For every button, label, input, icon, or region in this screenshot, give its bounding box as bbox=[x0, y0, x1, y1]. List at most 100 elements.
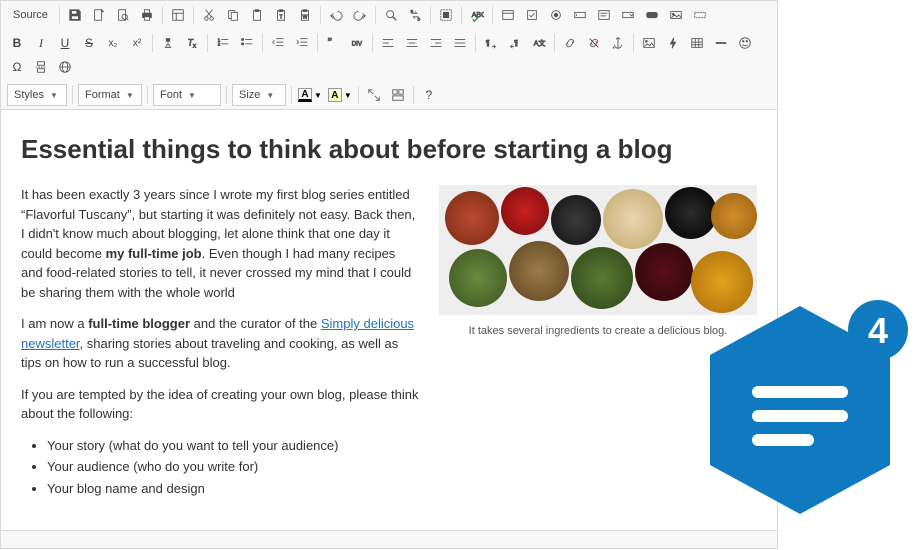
pagebreak-icon[interactable] bbox=[30, 56, 52, 78]
form-icon[interactable] bbox=[497, 4, 519, 26]
align-center-icon[interactable] bbox=[401, 32, 423, 54]
format-dropdown[interactable]: Format ▼ bbox=[78, 84, 142, 106]
new-page-icon bbox=[92, 8, 106, 22]
undo-icon[interactable] bbox=[325, 4, 347, 26]
toolbar-row-1: Source T Wab ABC bbox=[1, 1, 777, 29]
templates-icon[interactable] bbox=[167, 4, 189, 26]
badge-count: 4 bbox=[868, 310, 888, 351]
source-button[interactable]: Source bbox=[6, 4, 55, 26]
copy-icon[interactable] bbox=[222, 4, 244, 26]
strike-icon[interactable]: S bbox=[78, 32, 100, 54]
italic-icon[interactable]: I bbox=[30, 32, 52, 54]
radio-icon[interactable] bbox=[545, 4, 567, 26]
list-item: Your audience (who do you write for) bbox=[47, 457, 419, 477]
flash-icon[interactable] bbox=[662, 32, 684, 54]
svg-text:DIV: DIV bbox=[352, 41, 363, 48]
image-icon[interactable] bbox=[638, 32, 660, 54]
underline-icon[interactable]: U bbox=[54, 32, 76, 54]
hr-icon bbox=[714, 36, 728, 50]
svg-text:W: W bbox=[302, 15, 307, 21]
replace-icon[interactable]: ab bbox=[404, 4, 426, 26]
rtl-icon[interactable]: ¶ bbox=[504, 32, 526, 54]
paste-word-icon[interactable]: W bbox=[294, 4, 316, 26]
find-icon[interactable] bbox=[380, 4, 402, 26]
unlink-icon[interactable] bbox=[583, 32, 605, 54]
svg-text:x: x bbox=[193, 42, 196, 49]
ltr-icon[interactable]: ¶ bbox=[480, 32, 502, 54]
image-button-icon[interactable] bbox=[665, 4, 687, 26]
text-color-button[interactable]: A ▼ bbox=[296, 84, 324, 106]
text-field-icon bbox=[573, 8, 587, 22]
editor-container: Source T Wab ABC BIUSx₂x² Tx 12 ” DIV ¶ ¶ A文 Ω Sty… bbox=[0, 0, 778, 549]
redo-icon bbox=[353, 8, 367, 22]
redo-icon[interactable] bbox=[349, 4, 371, 26]
cut-icon bbox=[202, 8, 216, 22]
copy-format-icon[interactable] bbox=[157, 32, 179, 54]
smiley-icon[interactable] bbox=[734, 32, 756, 54]
checkbox-icon[interactable] bbox=[521, 4, 543, 26]
templates-icon bbox=[171, 8, 185, 22]
image-icon bbox=[642, 36, 656, 50]
maximize-icon[interactable] bbox=[363, 84, 385, 106]
select-all-icon[interactable] bbox=[435, 4, 457, 26]
cut-icon[interactable] bbox=[198, 4, 220, 26]
hidden-field-icon[interactable] bbox=[689, 4, 711, 26]
svg-text:T: T bbox=[279, 15, 283, 21]
number-list-icon[interactable]: 12 bbox=[212, 32, 234, 54]
align-right-icon[interactable] bbox=[425, 32, 447, 54]
spellcheck-icon[interactable]: ABC bbox=[466, 4, 488, 26]
indent-icon bbox=[295, 36, 309, 50]
superscript-icon[interactable]: x² bbox=[126, 32, 148, 54]
language-icon[interactable]: A文 bbox=[528, 32, 550, 54]
select-icon[interactable] bbox=[617, 4, 639, 26]
outdent-icon[interactable] bbox=[267, 32, 289, 54]
indent-icon[interactable] bbox=[291, 32, 313, 54]
blockquote-icon[interactable]: ” bbox=[322, 32, 344, 54]
replace-icon: ab bbox=[408, 8, 422, 22]
align-left-icon[interactable] bbox=[377, 32, 399, 54]
chevron-down-icon: ▼ bbox=[50, 91, 58, 100]
paragraph-3: If you are tempted by the idea of creati… bbox=[21, 385, 419, 424]
svg-text:¶: ¶ bbox=[514, 40, 518, 47]
form-icon bbox=[501, 8, 515, 22]
textarea-icon[interactable] bbox=[593, 4, 615, 26]
preview-icon[interactable] bbox=[112, 4, 134, 26]
paste-icon[interactable] bbox=[246, 4, 268, 26]
font-dropdown[interactable]: Font ▼ bbox=[153, 84, 221, 106]
paste-text-icon[interactable]: T bbox=[270, 4, 292, 26]
bg-color-button[interactable]: A ▼ bbox=[326, 84, 354, 106]
toolbar-row-2: BIUSx₂x² Tx 12 ” DIV ¶ ¶ A文 Ω bbox=[1, 29, 777, 81]
subscript-icon[interactable]: x₂ bbox=[102, 32, 124, 54]
styles-dropdown[interactable]: Styles ▼ bbox=[7, 84, 67, 106]
show-blocks-icon[interactable] bbox=[387, 84, 409, 106]
size-dropdown[interactable]: Size ▼ bbox=[232, 84, 286, 106]
bold-icon[interactable]: B bbox=[6, 32, 28, 54]
about-icon[interactable]: ? bbox=[418, 84, 440, 106]
remove-format-icon[interactable]: Tx bbox=[181, 32, 203, 54]
font-label: Font bbox=[160, 89, 182, 101]
text-field-icon[interactable] bbox=[569, 4, 591, 26]
bullet-list-icon[interactable] bbox=[236, 32, 258, 54]
paste-word-icon: W bbox=[298, 8, 312, 22]
justify-icon[interactable] bbox=[449, 32, 471, 54]
justify-icon bbox=[453, 36, 467, 50]
div-icon[interactable]: DIV bbox=[346, 32, 368, 54]
chevron-down-icon: ▼ bbox=[314, 91, 322, 100]
print-icon[interactable] bbox=[136, 4, 158, 26]
hr-icon[interactable] bbox=[710, 32, 732, 54]
editor-content[interactable]: Essential things to think about before s… bbox=[1, 110, 777, 530]
anchor-icon[interactable] bbox=[607, 32, 629, 54]
chevron-down-icon: ▼ bbox=[188, 91, 196, 100]
new-page-icon[interactable] bbox=[88, 4, 110, 26]
select-icon bbox=[621, 8, 635, 22]
bullet-list: Your story (what do you want to tell you… bbox=[47, 436, 419, 499]
table-icon[interactable] bbox=[686, 32, 708, 54]
iframe-icon[interactable] bbox=[54, 56, 76, 78]
link-icon[interactable] bbox=[559, 32, 581, 54]
bullet-list-icon bbox=[240, 36, 254, 50]
save-icon[interactable] bbox=[64, 4, 86, 26]
text-column: It has been exactly 3 years since I wrot… bbox=[21, 185, 419, 508]
button-icon[interactable] bbox=[641, 4, 663, 26]
svg-text:b: b bbox=[417, 16, 420, 21]
special-char-icon[interactable]: Ω bbox=[6, 56, 28, 78]
